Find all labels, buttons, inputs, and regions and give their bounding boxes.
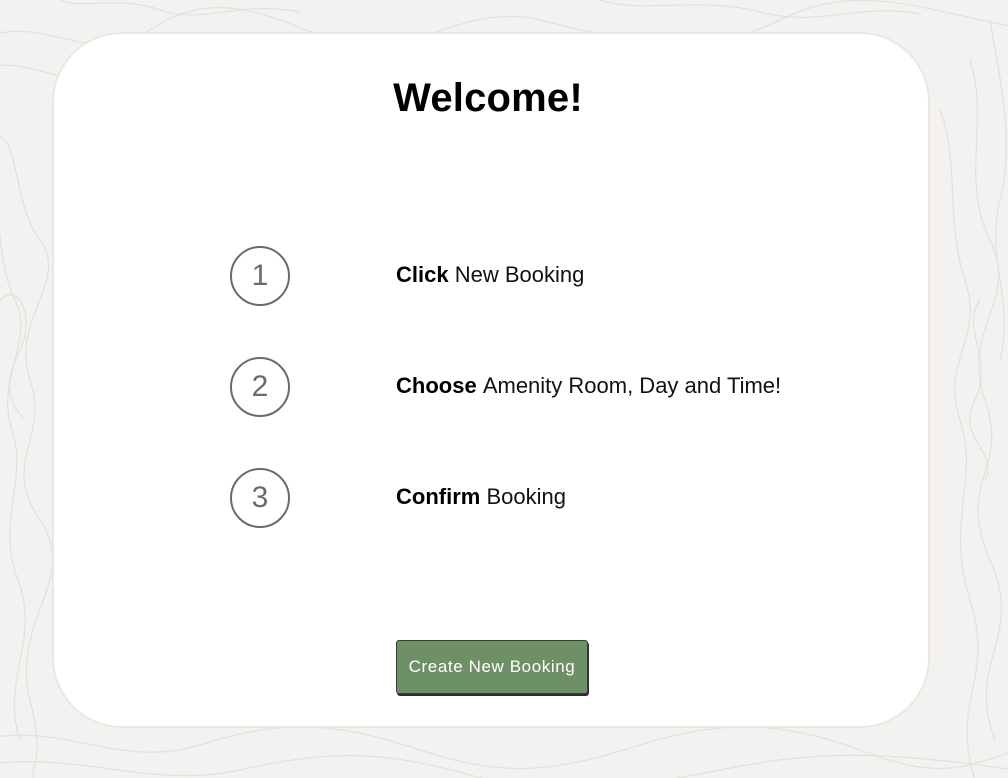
step-1-detail: New Booking (454, 262, 585, 287)
step-2-detail: Amenity Room, Day and Time! (482, 373, 782, 398)
create-new-booking-button[interactable]: Create New Booking (396, 640, 588, 694)
step-2-action: Choose (396, 373, 477, 398)
step-1: 1 Click New Booking (230, 246, 870, 306)
welcome-card: Welcome! 1 Click New Booking 2 Choose Am… (52, 32, 930, 728)
step-3-text: Confirm Booking (396, 484, 566, 510)
step-3-number: 3 (230, 468, 290, 528)
step-1-number: 1 (230, 246, 290, 306)
step-2-text: Choose Amenity Room, Day and Time! (396, 373, 781, 399)
step-1-action: Click (396, 262, 449, 287)
step-2-number: 2 (230, 357, 290, 417)
step-1-text: Click New Booking (396, 262, 584, 288)
step-3: 3 Confirm Booking (230, 468, 870, 528)
step-2: 2 Choose Amenity Room, Day and Time! (230, 357, 870, 417)
step-3-action: Confirm (396, 484, 481, 509)
step-3-detail: Booking (486, 484, 566, 509)
page-title: Welcome! (393, 76, 583, 120)
